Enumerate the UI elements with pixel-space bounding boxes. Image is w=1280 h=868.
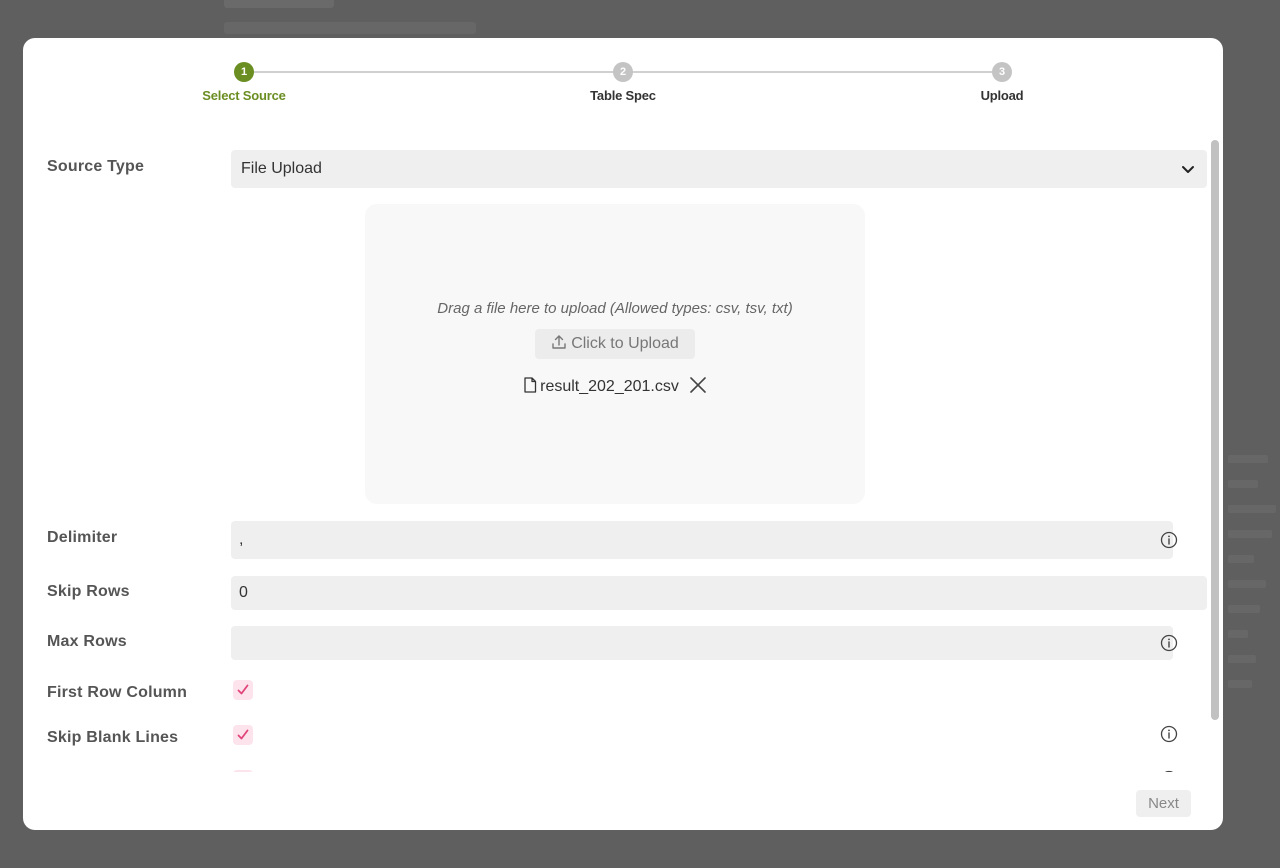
form-scroll-area[interactable]: Source Type File Upload Drag a file here… (23, 142, 1209, 772)
upload-button-label: Click to Upload (571, 335, 679, 352)
step-number: 1 (234, 62, 254, 82)
delimiter-row: Delimiter , (47, 521, 1207, 559)
info-icon[interactable] (1160, 725, 1178, 743)
step-table-spec[interactable]: 2 Table Spec (553, 62, 693, 103)
uploaded-file-name: result_202_201.csv (540, 378, 679, 395)
delimiter-input[interactable]: , (231, 521, 1173, 559)
source-type-label: Source Type (47, 158, 145, 175)
dropzone-hint: Drag a file here to upload (Allowed type… (437, 300, 793, 317)
background-page-title (224, 0, 334, 8)
close-icon[interactable] (689, 376, 707, 394)
next-option-row (47, 768, 1207, 772)
option-checkbox[interactable] (233, 770, 253, 772)
skip-blank-lines-label: Skip Blank Lines (47, 729, 179, 746)
scrollbar-thumb[interactable] (1211, 140, 1219, 720)
click-to-upload-button[interactable]: Click to Upload (535, 329, 695, 359)
step-number: 2 (613, 62, 633, 82)
source-type-select[interactable]: File Upload (231, 150, 1207, 188)
file-icon (524, 377, 537, 393)
source-type-row: Source Type File Upload (47, 150, 1207, 188)
first-row-column-label: First Row Column (47, 684, 188, 701)
upload-icon (552, 335, 566, 349)
check-icon (237, 684, 249, 695)
background-page-content (1228, 455, 1280, 795)
first-row-column-row: First Row Column (47, 678, 1207, 702)
first-row-column-checkbox[interactable] (233, 680, 253, 700)
import-modal: 1 Select Source 2 Table Spec 3 Upload So… (23, 38, 1223, 830)
chevron-down-icon (1182, 166, 1194, 173)
max-rows-row: Max Rows (47, 626, 1207, 660)
step-label: Select Source (202, 88, 286, 103)
background-page-subtitle (224, 22, 476, 34)
skip-rows-label: Skip Rows (47, 583, 130, 600)
delimiter-label: Delimiter (47, 529, 118, 546)
info-icon[interactable] (1160, 531, 1178, 549)
info-icon[interactable] (1160, 634, 1178, 652)
file-dropzone[interactable]: Drag a file here to upload (Allowed type… (365, 204, 865, 504)
check-icon (237, 729, 249, 740)
next-button[interactable]: Next (1136, 790, 1191, 817)
source-type-value: File Upload (241, 160, 322, 177)
max-rows-input[interactable] (231, 626, 1173, 660)
info-icon[interactable] (1160, 770, 1178, 772)
vertical-scrollbar[interactable] (1209, 140, 1221, 722)
step-number: 3 (992, 62, 1012, 82)
skip-blank-lines-row: Skip Blank Lines (47, 723, 1207, 747)
step-label: Table Spec (590, 88, 656, 103)
step-label: Upload (980, 88, 1024, 103)
step-select-source[interactable]: 1 Select Source (174, 62, 314, 103)
skip-rows-input[interactable]: 0 (231, 576, 1207, 610)
max-rows-label: Max Rows (47, 633, 127, 650)
skip-blank-lines-checkbox[interactable] (233, 725, 253, 745)
skip-rows-row: Skip Rows 0 (47, 576, 1207, 610)
uploaded-file-item: result_202_201.csv (365, 376, 865, 396)
stepper: 1 Select Source 2 Table Spec 3 Upload (23, 38, 1223, 128)
step-upload[interactable]: 3 Upload (932, 62, 1072, 103)
